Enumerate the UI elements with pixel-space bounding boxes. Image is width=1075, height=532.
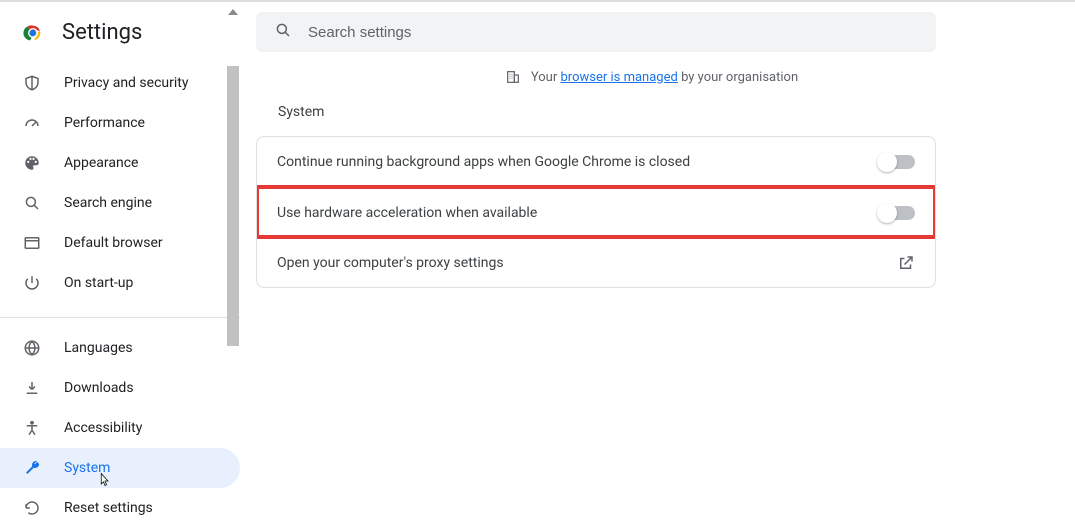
sidebar-item-accessibility[interactable]: Accessibility (0, 408, 240, 448)
row-hardware-acceleration: Use hardware acceleration when available (257, 187, 935, 237)
row-proxy-settings[interactable]: Open your computer's proxy settings (257, 237, 935, 287)
speedometer-icon (22, 113, 42, 133)
sidebar-item-label: Performance (64, 115, 145, 131)
managed-suffix: by your organisation (681, 70, 798, 85)
search-icon (22, 193, 42, 213)
palette-icon (22, 153, 42, 173)
accessibility-icon (22, 418, 42, 438)
shield-icon (22, 73, 42, 93)
globe-icon (22, 338, 42, 358)
row-label: Continue running background apps when Go… (277, 154, 690, 170)
toggle-hardware-acceleration[interactable] (879, 206, 915, 220)
sidebar-item-languages[interactable]: Languages (0, 328, 240, 368)
toggle-background-apps[interactable] (879, 155, 915, 169)
sidebar-item-label: Default browser (64, 235, 163, 251)
browser-window-icon (22, 233, 42, 253)
main: Your browser is managed by your organisa… (240, 2, 1075, 532)
sidebar-scrollbar[interactable] (226, 2, 240, 532)
search-bar[interactable] (256, 12, 936, 52)
settings-card: Continue running background apps when Go… (256, 136, 936, 288)
power-icon (22, 273, 42, 293)
section-title: System (278, 104, 1047, 120)
managed-banner: Your browser is managed by your organisa… (256, 52, 1047, 102)
chrome-logo-icon (22, 22, 44, 44)
row-background-apps: Continue running background apps when Go… (257, 137, 935, 187)
sidebar-item-label: On start-up (64, 275, 133, 291)
sidebar-item-performance[interactable]: Performance (0, 103, 240, 143)
download-icon (22, 378, 42, 398)
sidebar-item-label: Reset settings (64, 500, 153, 516)
sidebar-item-search-engine[interactable]: Search engine (0, 183, 240, 223)
sidebar-item-reset[interactable]: Reset settings (0, 488, 240, 528)
nav-divider (0, 317, 240, 318)
building-icon (505, 69, 521, 85)
sidebar-item-privacy[interactable]: Privacy and security (0, 63, 240, 103)
sidebar: Settings Privacy and security Performanc… (0, 2, 240, 532)
sidebar-item-default-browser[interactable]: Default browser (0, 223, 240, 263)
sidebar-item-system[interactable]: System (0, 448, 240, 488)
nav: Privacy and security Performance Appeara… (0, 63, 240, 528)
managed-text: Your browser is managed by your organisa… (531, 70, 798, 85)
sidebar-item-label: Downloads (64, 380, 134, 396)
restore-icon (22, 498, 42, 518)
search-input[interactable] (308, 24, 918, 41)
sidebar-item-label: Languages (64, 340, 133, 356)
open-external-icon (897, 254, 915, 272)
managed-prefix: Your (531, 70, 557, 85)
sidebar-item-appearance[interactable]: Appearance (0, 143, 240, 183)
row-label: Use hardware acceleration when available (277, 205, 537, 221)
page-title: Settings (62, 20, 142, 45)
sidebar-item-label: System (64, 460, 110, 476)
scrollbar-thumb[interactable] (227, 66, 239, 346)
sidebar-item-downloads[interactable]: Downloads (0, 368, 240, 408)
sidebar-item-label: Privacy and security (64, 75, 188, 91)
sidebar-item-on-startup[interactable]: On start-up (0, 263, 240, 303)
row-label: Open your computer's proxy settings (277, 255, 504, 271)
search-icon (274, 21, 292, 43)
managed-link[interactable]: browser is managed (560, 70, 677, 85)
sidebar-item-label: Appearance (64, 155, 138, 171)
sidebar-item-label: Search engine (64, 195, 152, 211)
brand: Settings (0, 16, 240, 63)
wrench-icon (22, 458, 42, 478)
sidebar-item-label: Accessibility (64, 420, 142, 436)
